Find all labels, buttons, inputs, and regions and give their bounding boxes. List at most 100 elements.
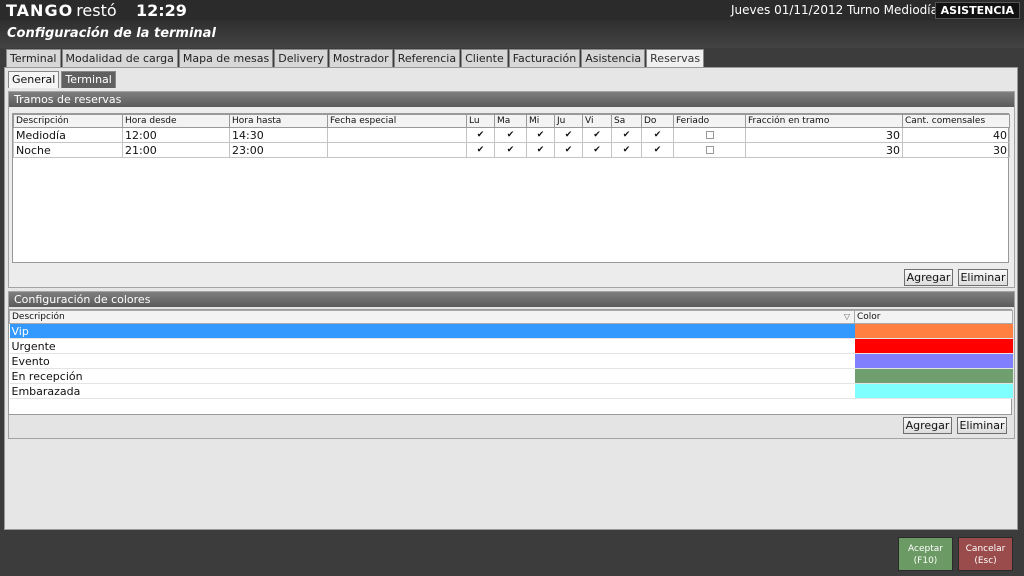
cell-hora-desde[interactable]: 21:00 [122,142,230,158]
tab-reservas[interactable]: Reservas [646,49,705,67]
col-descripcion[interactable]: Descripción ▽ [9,310,855,324]
color-descripcion[interactable]: Embarazada [9,383,855,399]
list-item[interactable]: Vip [9,323,1013,339]
cell-descripcion[interactable]: Mediodía [13,127,123,143]
col-sa[interactable]: Sa [611,114,642,128]
list-item[interactable]: En recepción [9,368,1013,384]
brand-logo: TANGO restó [6,0,117,20]
color-swatch[interactable] [854,368,1013,384]
tramos-header-row: Descripción Hora desde Hora hasta Fecha … [13,114,1010,128]
cancel-shortcut: (Esc) [974,556,997,566]
colores-add-button[interactable]: Agregar [903,417,952,434]
colores-header: Configuración de colores [9,292,1014,307]
reservas-panel: General Terminal Tramos de reservas Desc… [4,67,1018,530]
color-descripcion[interactable]: Vip [9,323,855,339]
color-descripcion[interactable]: En recepción [9,368,855,384]
checkbox-ma[interactable]: ✔ [494,127,527,143]
color-swatch[interactable] [854,338,1013,354]
checkbox-vi[interactable]: ✔ [582,127,612,143]
empty-checkbox-icon[interactable] [705,145,714,154]
cell-comensales[interactable]: 40 [902,127,1010,143]
table-row[interactable]: Mediodía 12:00 14:30 ✔ ✔ ✔ ✔ ✔ ✔ ✔ 30 40 [13,127,1010,143]
col-lu[interactable]: Lu [466,114,495,128]
cell-fraccion[interactable]: 30 [745,142,903,158]
checkbox-feriado[interactable] [673,127,746,143]
tramos-header: Tramos de reservas [9,92,1014,107]
tab-mapa-de-mesas[interactable]: Mapa de mesas [178,49,274,67]
checkbox-ju[interactable]: ✔ [554,127,583,143]
col-ju[interactable]: Ju [554,114,583,128]
top-bar: TANGO restó 12:29 Jueves 01/11/2012 Turn… [0,0,1024,20]
tab-facturacion[interactable]: Facturación [508,49,581,67]
cell-hora-desde[interactable]: 12:00 [122,127,230,143]
col-feriado[interactable]: Feriado [673,114,746,128]
cell-comensales[interactable]: 30 [902,142,1010,158]
color-descripcion[interactable]: Urgente [9,338,855,354]
tab-referencia[interactable]: Referencia [393,49,461,67]
checkbox-feriado[interactable] [673,142,746,158]
checkbox-sa[interactable]: ✔ [611,142,642,158]
title-bar: Configuración de la terminal [0,20,1024,48]
color-descripcion[interactable]: Evento [9,353,855,369]
checkbox-ma[interactable]: ✔ [494,142,527,158]
tramos-section: Tramos de reservas Descripción Hora desd… [8,91,1015,288]
brand-name: TANGO [6,0,74,20]
tab-cliente[interactable]: Cliente [461,49,508,67]
tab-mostrador[interactable]: Mostrador [328,49,393,67]
cell-descripcion[interactable]: Noche [13,142,123,158]
col-comensales[interactable]: Cant. comensales [902,114,1010,128]
tramos-grid: Descripción Hora desde Hora hasta Fecha … [12,113,1010,263]
cancel-button[interactable]: Cancelar (Esc) [958,537,1013,571]
checkbox-do[interactable]: ✔ [641,142,674,158]
tramos-delete-button[interactable]: Eliminar [958,269,1008,286]
checkbox-ju[interactable]: ✔ [554,142,583,158]
subtab-terminal[interactable]: Terminal [61,71,116,88]
checkbox-do[interactable]: ✔ [641,127,674,143]
checkbox-vi[interactable]: ✔ [582,142,612,158]
subtab-general[interactable]: General [8,71,60,88]
list-item[interactable]: Embarazada [9,383,1013,399]
col-mi[interactable]: Mi [526,114,555,128]
empty-checkbox-icon[interactable] [705,130,714,139]
list-item[interactable]: Urgente [9,338,1013,354]
checkbox-lu[interactable]: ✔ [466,127,495,143]
table-row[interactable]: Noche 21:00 23:00 ✔ ✔ ✔ ✔ ✔ ✔ ✔ 30 30 [13,142,1010,158]
sort-icon[interactable]: ▽ [844,312,850,321]
subtab-strip: General Terminal [8,71,118,88]
checkbox-mi[interactable]: ✔ [526,142,555,158]
col-fraccion[interactable]: Fracción en tramo [745,114,903,128]
tab-asistencia[interactable]: Asistencia [581,49,646,67]
color-swatch[interactable] [854,353,1013,369]
cell-hora-hasta[interactable]: 14:30 [229,127,328,143]
accept-button[interactable]: Aceptar (F10) [898,537,953,571]
col-descripcion[interactable]: Descripción [13,114,123,128]
color-swatch[interactable] [854,383,1013,399]
colores-grid: Descripción ▽ Color Vip Urgente Evento E… [8,309,1013,415]
tab-delivery[interactable]: Delivery [274,49,328,67]
col-fecha-especial[interactable]: Fecha especial [327,114,467,128]
tab-modalidad-de-carga[interactable]: Modalidad de carga [61,49,178,67]
checkbox-lu[interactable]: ✔ [466,142,495,158]
checkbox-sa[interactable]: ✔ [611,127,642,143]
color-swatch[interactable] [854,323,1013,339]
col-hora-desde[interactable]: Hora desde [122,114,230,128]
col-do[interactable]: Do [641,114,674,128]
accept-label: Aceptar [908,544,943,554]
clock: 12:29 [136,1,187,20]
cell-fecha-especial[interactable] [327,127,467,143]
col-hora-hasta[interactable]: Hora hasta [229,114,328,128]
col-color[interactable]: Color [854,310,1013,324]
list-item[interactable]: Evento [9,353,1013,369]
colores-delete-button[interactable]: Eliminar [957,417,1007,434]
tab-terminal[interactable]: Terminal [6,49,61,67]
checkbox-mi[interactable]: ✔ [526,127,555,143]
col-vi[interactable]: Vi [582,114,612,128]
cell-fecha-especial[interactable] [327,142,467,158]
col-ma[interactable]: Ma [494,114,527,128]
cancel-label: Cancelar [965,544,1006,554]
cell-fraccion[interactable]: 30 [745,127,903,143]
tramos-add-button[interactable]: Agregar [904,269,953,286]
tramos-table: Descripción Hora desde Hora hasta Fecha … [13,114,1010,158]
tab-strip: Terminal Modalidad de carga Mapa de mesa… [6,49,705,67]
cell-hora-hasta[interactable]: 23:00 [229,142,328,158]
